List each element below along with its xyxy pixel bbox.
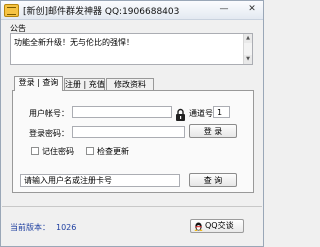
version-number: 1026 bbox=[56, 223, 77, 232]
version-label: 当前版本： bbox=[10, 223, 50, 232]
version-info: 当前版本： 1026 bbox=[10, 222, 76, 233]
remember-password-label: 记住密码 bbox=[42, 147, 74, 156]
close-button[interactable]: ✕ bbox=[245, 3, 259, 15]
query-button[interactable]: 查 询 bbox=[189, 173, 237, 187]
password-label: 登录密码： bbox=[29, 129, 69, 138]
tab-login-query[interactable]: 登录 | 查询 bbox=[14, 76, 63, 91]
window-title: [新创]邮件群发神器 QQ:1906688403 bbox=[23, 7, 180, 17]
app-icon bbox=[4, 4, 19, 17]
main-window: [新创]邮件群发神器 QQ:1906688403 — ✕ 公告 功能全新升级！无… bbox=[0, 0, 264, 247]
check-update-checkbox[interactable] bbox=[86, 147, 94, 155]
tab-edit-profile[interactable]: 修改资料 bbox=[106, 78, 154, 90]
login-panel: 用户帐号： 通道号 登录密码： 登 录 记住密码 检查更新 查 询 bbox=[12, 90, 254, 193]
notice-textbox[interactable]: 功能全新升级！无与伦比的强悍！ ▲ ▼ bbox=[10, 33, 253, 65]
tab-register-recharge[interactable]: 注册 | 充值 bbox=[64, 78, 105, 90]
query-input[interactable] bbox=[20, 174, 180, 187]
check-update-label: 检查更新 bbox=[97, 147, 129, 156]
channel-input[interactable] bbox=[213, 106, 230, 118]
qq-penguin-icon bbox=[194, 222, 203, 231]
title-bar[interactable]: [新创]邮件群发神器 QQ:1906688403 — ✕ bbox=[1, 1, 263, 20]
scrollbar-track[interactable] bbox=[243, 43, 252, 55]
qq-chat-label: QQ交谈 bbox=[205, 221, 234, 230]
remember-password-checkbox[interactable] bbox=[31, 147, 39, 155]
qq-chat-button[interactable]: QQ交谈 bbox=[190, 219, 244, 233]
channel-label: 通道号 bbox=[189, 109, 213, 118]
lock-icon bbox=[176, 108, 185, 121]
password-input[interactable] bbox=[72, 126, 185, 138]
footer-divider bbox=[2, 206, 262, 207]
notice-text: 功能全新升级！无与伦比的强悍！ bbox=[14, 38, 134, 47]
account-label: 用户帐号： bbox=[29, 109, 69, 118]
minimize-button[interactable]: — bbox=[217, 3, 231, 15]
scroll-down-icon[interactable]: ▼ bbox=[243, 55, 252, 64]
scroll-up-icon[interactable]: ▲ bbox=[243, 34, 252, 43]
login-button[interactable]: 登 录 bbox=[189, 124, 237, 138]
account-input[interactable] bbox=[72, 106, 172, 118]
